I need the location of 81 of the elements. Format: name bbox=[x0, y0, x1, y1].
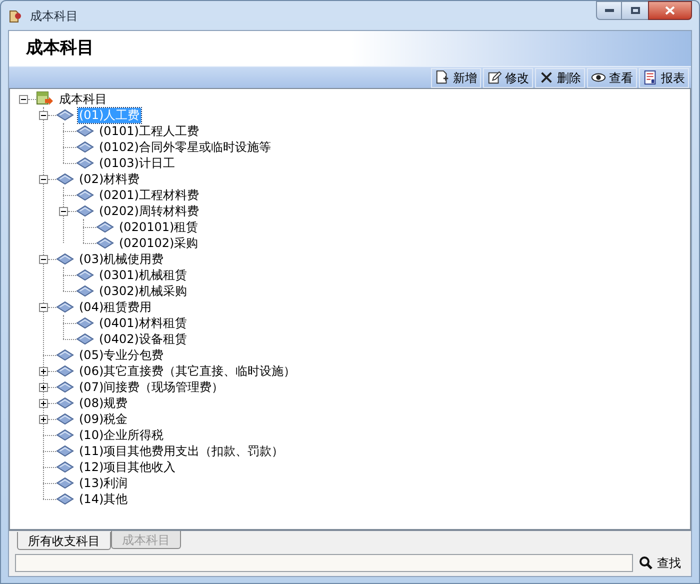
ledger-icon bbox=[56, 365, 74, 377]
tree-item[interactable]: (0401)材料租赁 bbox=[98, 316, 188, 330]
tab[interactable]: 所有收支科目 bbox=[17, 532, 111, 550]
cross-icon bbox=[539, 70, 554, 85]
tree-item[interactable]: (14)其他 bbox=[78, 492, 129, 506]
ledger-icon bbox=[96, 237, 114, 249]
tree-item[interactable]: (11)项目其他费用支出（扣款、罚款） bbox=[78, 444, 285, 458]
ledger-icon bbox=[56, 397, 74, 409]
tree-item[interactable]: (04)租赁费用 bbox=[78, 300, 153, 314]
ledger-icon bbox=[76, 157, 94, 169]
document-plus-icon bbox=[435, 70, 450, 85]
tree-item[interactable]: (06)其它直接费（其它直接、临时设施） bbox=[78, 364, 297, 378]
tree-item[interactable]: (0402)设备租赁 bbox=[98, 332, 188, 346]
ledger-icon bbox=[96, 221, 114, 233]
collapse-toggle[interactable] bbox=[39, 254, 48, 264]
collapse-toggle[interactable] bbox=[39, 174, 48, 184]
toolbar-button[interactable]: 删除 bbox=[535, 68, 585, 88]
ledger-icon bbox=[76, 189, 94, 201]
tree-item[interactable]: (12)项目其他收入 bbox=[78, 460, 177, 474]
tree-item[interactable]: (02)材料费 bbox=[78, 172, 141, 186]
ledger-icon bbox=[56, 109, 74, 121]
search-field[interactable] bbox=[15, 554, 633, 572]
tree-item[interactable]: (0103)计日工 bbox=[98, 156, 176, 170]
pencil-document-icon bbox=[487, 70, 502, 85]
tree-item[interactable]: (13)利润 bbox=[78, 476, 129, 490]
app-icon bbox=[8, 8, 24, 24]
ledger-icon bbox=[56, 493, 74, 505]
tree-item[interactable]: (10)企业所得税 bbox=[78, 428, 165, 442]
collapse-toggle[interactable] bbox=[19, 94, 28, 104]
tree-item[interactable]: (0102)合同外零星或临时设施等 bbox=[98, 140, 272, 154]
close-button[interactable] bbox=[648, 1, 692, 20]
expand-toggle[interactable] bbox=[39, 366, 48, 376]
ledger-icon bbox=[56, 413, 74, 425]
ledger-icon bbox=[76, 141, 94, 153]
expand-toggle[interactable] bbox=[39, 382, 48, 392]
toolbar-button[interactable]: 查看 bbox=[587, 68, 637, 88]
tree-item[interactable]: (0201)工程材料费 bbox=[98, 188, 200, 202]
ledger-icon bbox=[56, 445, 74, 457]
minimize-button[interactable] bbox=[596, 1, 622, 20]
ledger-icon bbox=[76, 269, 94, 281]
search-icon bbox=[639, 556, 653, 570]
window-title: 成本科目 bbox=[30, 8, 78, 24]
ledger-icon bbox=[76, 333, 94, 345]
tree-item[interactable]: (07)间接费（现场管理费） bbox=[78, 380, 225, 394]
tree-item[interactable]: (08)规费 bbox=[78, 396, 129, 410]
notebook-arrow-icon bbox=[36, 91, 54, 107]
find-button[interactable]: 查找 bbox=[635, 552, 685, 574]
close-icon bbox=[665, 6, 675, 15]
collapse-toggle[interactable] bbox=[59, 206, 68, 216]
tree-item[interactable]: (0101)工程人工费 bbox=[98, 124, 200, 138]
tree-item[interactable]: (020101)租赁 bbox=[118, 220, 200, 234]
ledger-icon bbox=[76, 285, 94, 297]
ledger-icon bbox=[56, 301, 74, 313]
collapse-toggle[interactable] bbox=[39, 110, 48, 120]
ledger-icon bbox=[56, 349, 74, 361]
ledger-icon bbox=[56, 477, 74, 489]
toolbar-button[interactable]: 修改 bbox=[483, 68, 533, 88]
ledger-icon bbox=[56, 461, 74, 473]
tree-item[interactable]: (03)机械使用费 bbox=[78, 252, 165, 266]
expand-toggle[interactable] bbox=[39, 398, 48, 408]
tree-item[interactable]: (0302)机械采购 bbox=[98, 284, 188, 298]
tree-item[interactable]: (05)专业分包费 bbox=[78, 348, 165, 362]
tree-item[interactable]: 成本科目 bbox=[58, 92, 108, 106]
collapse-toggle[interactable] bbox=[39, 302, 48, 312]
report-icon bbox=[643, 70, 658, 85]
toolbar-button[interactable]: 报表 bbox=[639, 68, 689, 88]
ledger-icon bbox=[56, 429, 74, 441]
ledger-icon bbox=[56, 173, 74, 185]
toolbar-button[interactable]: 新增 bbox=[431, 68, 481, 88]
tree-item[interactable]: (0202)周转材料费 bbox=[98, 204, 200, 218]
ledger-icon bbox=[76, 317, 94, 329]
header-title: 成本科目 bbox=[26, 36, 94, 60]
ledger-icon bbox=[76, 125, 94, 137]
ledger-icon bbox=[56, 253, 74, 265]
tree-item[interactable]: (0301)机械租赁 bbox=[98, 268, 188, 282]
ledger-icon bbox=[76, 205, 94, 217]
ledger-icon bbox=[56, 381, 74, 393]
tree-item[interactable]: (020102)采购 bbox=[118, 236, 200, 250]
maximize-button[interactable] bbox=[622, 1, 648, 20]
expand-toggle[interactable] bbox=[39, 414, 48, 424]
tree-item[interactable]: (09)税金 bbox=[78, 412, 129, 426]
